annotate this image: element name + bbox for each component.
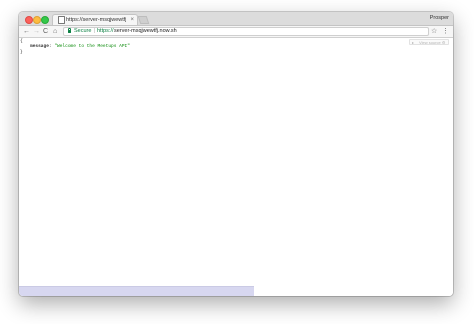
- url-separator: |: [94, 28, 96, 34]
- new-tab-button[interactable]: [137, 16, 150, 24]
- profile-name[interactable]: Prosper: [430, 12, 449, 25]
- url-host[interactable]: server-msqjwewtfj.now.sh: [114, 28, 177, 35]
- close-window-button[interactable]: [25, 16, 33, 24]
- menu-icon[interactable]: ⋮: [442, 26, 449, 37]
- star-icon[interactable]: ☆: [431, 26, 437, 37]
- status-bar: [19, 286, 254, 296]
- json-open-brace[interactable]: {: [20, 39, 23, 44]
- reload-icon[interactable]: C: [43, 26, 48, 37]
- close-icon[interactable]: ×: [130, 15, 134, 25]
- secure-label[interactable]: Secure: [74, 28, 91, 35]
- browser-tab[interactable]: https://server-msqjwewtfj.now.sh ×: [52, 14, 138, 25]
- forward-arrow-icon[interactable]: →: [33, 26, 40, 37]
- view-source-panel[interactable]: ▸ View source ⚙: [409, 39, 449, 45]
- url-scheme[interactable]: https://: [97, 28, 114, 35]
- toggle-arrow-icon[interactable]: ▸: [412, 40, 414, 46]
- tab-title: https://server-msqjwewtfj.now.sh: [66, 17, 126, 23]
- zoom-window-button[interactable]: [41, 16, 49, 24]
- browser-window: https://server-msqjwewtfj.now.sh × Prosp…: [19, 12, 453, 296]
- title-bar: https://server-msqjwewtfj.now.sh × Prosp…: [19, 12, 453, 26]
- address-bar[interactable]: Secure | https:// server-msqjwewtfj.now.…: [63, 27, 429, 36]
- json-colon: :: [48, 44, 52, 49]
- home-icon[interactable]: ⌂: [53, 26, 57, 37]
- back-arrow-icon[interactable]: ←: [23, 26, 30, 37]
- json-value: "Welcome to the Meetups API": [54, 44, 130, 49]
- minimize-window-button[interactable]: [33, 16, 41, 24]
- view-source-link[interactable]: View source ⚙: [419, 40, 445, 46]
- json-key: message: [30, 44, 49, 49]
- json-close-brace: }: [20, 50, 23, 55]
- browser-toolbar: ← → C ⌂ Secure | https:// server-msqjwew…: [19, 26, 453, 38]
- json-line: message: "Welcome to the Meetups API": [30, 44, 130, 49]
- lock-icon[interactable]: [68, 28, 71, 33]
- page-icon: [58, 16, 65, 24]
- page-content: { message: "Welcome to the Meetups API" …: [19, 38, 453, 296]
